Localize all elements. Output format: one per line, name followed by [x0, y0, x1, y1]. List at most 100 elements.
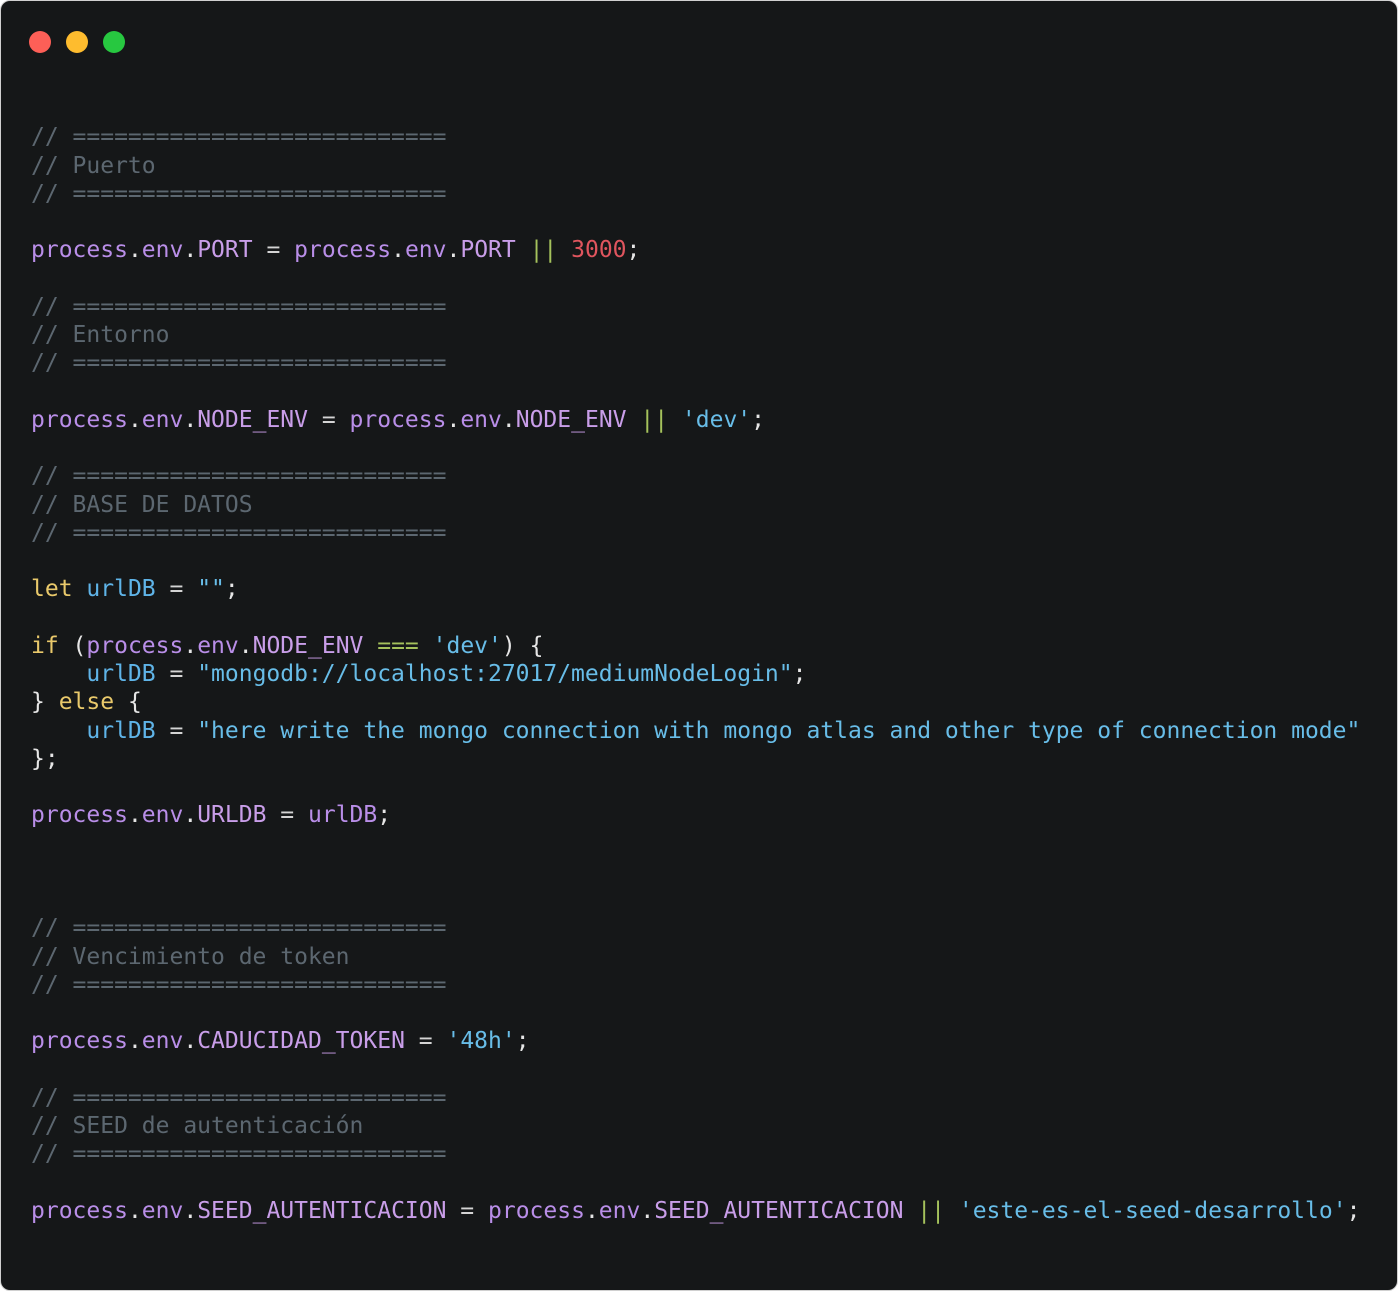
code-line: // =========================== — [31, 519, 1360, 547]
code-token-string: '48h' — [446, 1028, 516, 1055]
code-token-plain: . — [183, 1028, 198, 1055]
code-token-plain: . — [640, 1197, 655, 1224]
code-token-variable: process — [86, 632, 184, 659]
code-token-plain: . — [446, 406, 461, 433]
code-token-property: SEED_AUTENTICACION — [654, 1197, 904, 1224]
code-line: process.env.SEED_AUTENTICACION = process… — [31, 1197, 1360, 1225]
code-token-variable: env — [598, 1197, 641, 1224]
code-token-keyword: if — [31, 632, 59, 659]
code-token-keyword: let — [31, 576, 73, 603]
code-line: }; — [31, 745, 1360, 773]
code-token-plain: . — [127, 802, 142, 829]
code-token-variable: process — [294, 237, 392, 264]
code-token-plain: . — [238, 632, 253, 659]
code-line: // =========================== — [31, 462, 1360, 490]
code-token-operator: || — [903, 1197, 959, 1224]
code-token-comment: // BASE DE DATOS — [31, 491, 253, 518]
code-line: // =========================== — [31, 293, 1360, 321]
code-token-operator: === — [363, 632, 433, 659]
code-token-plain: ; — [751, 406, 766, 433]
code-token-comment: // =========================== — [31, 180, 447, 207]
code-token-equals: = — [266, 802, 308, 829]
code-token-plain: . — [183, 406, 198, 433]
code-token-property: PORT — [460, 237, 516, 264]
code-token-comment: // Puerto — [31, 152, 156, 179]
code-token-variable: urlDB — [308, 802, 378, 829]
code-token-property: NODE_ENV — [197, 406, 308, 433]
minimize-window-button[interactable] — [66, 31, 88, 53]
code-line: // =========================== — [31, 914, 1360, 942]
code-token-operator: || — [515, 237, 572, 264]
code-token-comment: // Vencimiento de token — [31, 943, 350, 970]
code-line: process.env.PORT = process.env.PORT || 3… — [31, 236, 1360, 264]
code-token-comment: // =========================== — [31, 971, 447, 998]
code-token-variable: env — [404, 237, 447, 264]
code-token-variable: process — [31, 237, 128, 264]
code-token-property: SEED_AUTENTICACION — [197, 1197, 447, 1224]
code-token-equals: = — [155, 661, 198, 687]
close-window-button[interactable] — [29, 31, 51, 53]
code-token-equals: = — [252, 237, 295, 264]
code-token-number: 3000 — [571, 237, 627, 264]
code-token-plain: ; — [224, 576, 239, 603]
code-token-variable: env — [141, 1197, 184, 1224]
code-token-plain: ; — [1346, 1197, 1361, 1224]
code-token-operator: || — [626, 406, 682, 433]
code-line: urlDB = "here write the mongo connection… — [31, 717, 1360, 745]
code-token-comment: // =========================== — [31, 350, 447, 377]
code-token-string: 'este-es-el-seed-desarrollo' — [958, 1197, 1347, 1224]
code-token-plain: ; — [626, 237, 641, 264]
code-line: // SEED de autenticación — [31, 1112, 1360, 1140]
code-line: urlDB = "mongodb://localhost:27017/mediu… — [31, 660, 1360, 688]
code-token-plain: . — [584, 1197, 599, 1224]
code-line: process.env.URLDB = urlDB; — [31, 801, 1360, 829]
code-token-plain: } — [31, 689, 59, 716]
code-token-variable: env — [141, 802, 184, 829]
maximize-window-button[interactable] — [103, 31, 125, 53]
code-token-equals: = — [446, 1197, 488, 1224]
code-token-identifier: urlDB — [86, 661, 156, 687]
code-token-comment: // =========================== — [31, 1084, 447, 1111]
code-line: // Vencimiento de token — [31, 943, 1360, 971]
code-line: let urlDB = ""; — [31, 575, 1360, 603]
code-token-comment: // =========================== — [31, 1141, 447, 1168]
code-token-equals: = — [307, 406, 350, 433]
code-token-variable: process — [31, 802, 128, 829]
code-token-property: PORT — [197, 237, 253, 264]
code-line: if (process.env.NODE_ENV === 'dev') { — [31, 632, 1360, 660]
code-line: // =========================== — [31, 1084, 1360, 1112]
code-window: // ===========================// Puerto /… — [0, 0, 1398, 1291]
code-token-variable: env — [197, 632, 239, 659]
code-token-variable: process — [349, 406, 447, 433]
code-line: process.env.CADUCIDAD_TOKEN = '48h'; — [31, 1027, 1360, 1055]
code-block: // ===========================// Puerto /… — [31, 95, 1360, 1225]
code-token-property: CADUCIDAD_TOKEN — [197, 1028, 405, 1055]
code-token-plain: . — [127, 1028, 142, 1055]
code-token-keyword: else — [58, 689, 115, 716]
code-token-plain: { — [114, 689, 142, 716]
code-token-plain: ; — [792, 661, 807, 687]
code-line: } else { — [31, 688, 1360, 716]
code-token-variable: process — [31, 1197, 128, 1224]
code-token-variable: env — [141, 237, 184, 264]
code-token-variable: process — [31, 1028, 128, 1055]
code-token-property: URLDB — [197, 802, 267, 829]
code-token-plain: }; — [31, 745, 59, 772]
code-token-plain: ) { — [501, 632, 544, 659]
code-token-string: 'dev' — [432, 632, 502, 659]
code-line: process.env.NODE_ENV = process.env.NODE_… — [31, 406, 1360, 434]
code-token-plain: . — [391, 237, 405, 264]
code-token-plain: . — [127, 406, 142, 433]
code-line: // =========================== — [31, 1140, 1360, 1168]
